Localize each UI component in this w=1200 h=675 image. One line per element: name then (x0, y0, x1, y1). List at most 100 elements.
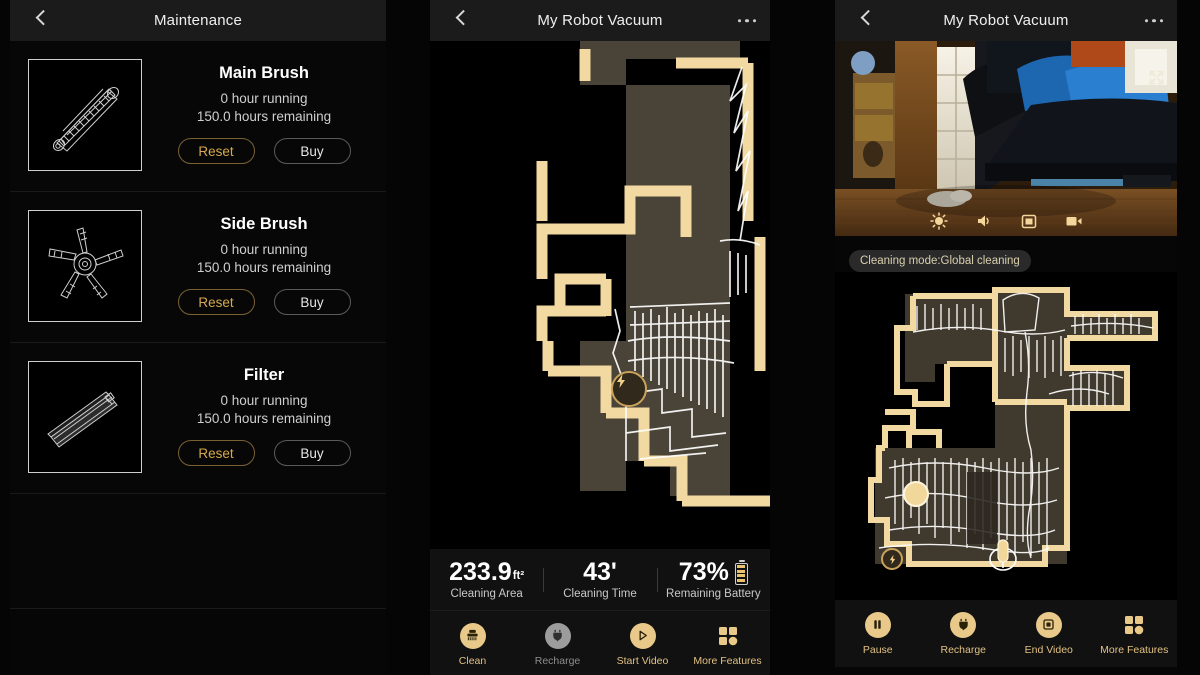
stat-unit: ft² (512, 570, 525, 582)
chevron-left-icon (860, 9, 877, 25)
buy-button[interactable]: Buy (273, 289, 351, 315)
back-button[interactable] (18, 0, 52, 41)
reset-button[interactable]: Reset (177, 289, 255, 315)
item-actions: Reset Buy (177, 440, 351, 466)
tool-label: Recharge (534, 654, 581, 667)
page-title: My Robot Vacuum (537, 12, 663, 29)
video-record-icon[interactable] (1064, 211, 1083, 230)
video-toolbar: Pause Recharge End Video More Features (835, 600, 1177, 667)
maintenance-list: Main Brush 0 hour running 150.0 hours re… (10, 41, 386, 609)
grid-more-icon (1121, 612, 1147, 638)
buy-button[interactable]: Buy (273, 440, 351, 466)
tool-end-video[interactable]: End Video (1006, 611, 1092, 656)
item-running: 0 hour running (220, 393, 308, 408)
robot-marker-icon[interactable] (988, 535, 1018, 576)
chevron-left-icon (455, 9, 472, 25)
reset-button[interactable]: Reset (177, 440, 255, 466)
item-name: Side Brush (220, 215, 308, 233)
stat-label: Cleaning Time (563, 587, 637, 600)
battery-icon (734, 559, 748, 585)
tool-label: More Features (1100, 643, 1169, 656)
item-remaining: 150.0 hours remaining (196, 260, 332, 275)
map-canvas-zoomed[interactable] (430, 41, 770, 549)
maintenance-item-info: Side Brush 0 hour running 150.0 hours re… (142, 215, 386, 317)
tool-recharge[interactable]: Recharge (921, 611, 1007, 656)
play-icon (629, 622, 656, 649)
item-actions: Reset Buy (177, 289, 351, 315)
tool-recharge[interactable]: Recharge (515, 622, 600, 667)
stat-value: 73% (678, 557, 748, 586)
charging-dock-bolt-icon[interactable] (881, 548, 903, 570)
brush-clean-icon (459, 622, 486, 649)
tool-start-video[interactable]: Start Video (600, 622, 685, 667)
stat-number: 233.9 (449, 557, 512, 586)
buy-button[interactable]: Buy (273, 138, 351, 164)
speaker-volume-icon[interactable] (974, 211, 993, 230)
screenshot-capture-icon[interactable] (1019, 211, 1038, 230)
item-name: Filter (243, 366, 285, 384)
stat-number: 73% (678, 557, 729, 586)
tool-label: Recharge (940, 643, 987, 656)
dock-recharge-icon (544, 622, 571, 649)
stat-remaining-battery: 73% Remaining Battery (656, 557, 770, 600)
tool-more-features[interactable]: More Features (1092, 612, 1178, 656)
tool-more-features[interactable]: More Features (685, 623, 770, 667)
live-video-feed[interactable] (835, 41, 1177, 236)
tool-label: Clean (458, 654, 487, 667)
maintenance-panel: Maintenance Main Brush 0 hour running 15… (10, 0, 386, 675)
map-toolbar: Clean Recharge Start Video More Features (430, 611, 770, 675)
back-button[interactable] (438, 0, 472, 41)
maintenance-item-info: Filter 0 hour running 150.0 hours remain… (142, 366, 386, 468)
item-remaining: 150.0 hours remaining (196, 109, 332, 124)
video-appbar: My Robot Vacuum (835, 0, 1177, 41)
video-panel: My Robot Vacuum Cleaning mode:Global cle… (835, 0, 1177, 675)
page-title: Maintenance (153, 12, 243, 29)
map-appbar: My Robot Vacuum (430, 0, 770, 41)
stat-value: 43' (583, 557, 617, 586)
maintenance-item-filter[interactable]: Filter 0 hour running 150.0 hours remain… (10, 343, 386, 494)
main-brush-illustration (28, 59, 142, 171)
grid-more-icon (715, 623, 741, 649)
brightness-icon[interactable] (929, 211, 948, 230)
map-canvas-full[interactable] (835, 272, 1177, 600)
page-title: My Robot Vacuum (943, 12, 1069, 29)
maintenance-appbar: Maintenance (10, 0, 386, 41)
tool-clean[interactable]: Clean (430, 622, 515, 667)
stat-cleaning-area: 233.9 ft² Cleaning Area (430, 557, 543, 600)
map-panel: My Robot Vacuum 233.9 ft² Cleaning Area … (430, 0, 770, 675)
cleaning-mode-badge-wrap: Cleaning mode:Global cleaning (835, 236, 1177, 272)
reset-button[interactable]: Reset (177, 138, 255, 164)
video-controls (929, 211, 1083, 230)
back-button[interactable] (843, 0, 877, 41)
tool-pause[interactable]: Pause (835, 611, 921, 656)
stop-video-icon (1035, 611, 1062, 638)
item-running: 0 hour running (220, 242, 308, 257)
more-horizontal-icon[interactable] (1144, 18, 1163, 23)
stat-number: 43' (583, 557, 617, 586)
item-running: 0 hour running (220, 91, 308, 106)
item-actions: Reset Buy (177, 138, 351, 164)
side-brush-illustration (28, 210, 142, 322)
maintenance-item-side-brush[interactable]: Side Brush 0 hour running 150.0 hours re… (10, 192, 386, 343)
tool-label: Pause (862, 643, 893, 656)
tool-label: More Features (693, 654, 762, 667)
filter-illustration (28, 361, 142, 473)
stat-value: 233.9 ft² (449, 557, 525, 586)
expand-fullscreen-icon[interactable] (1148, 69, 1165, 86)
item-remaining: 150.0 hours remaining (196, 411, 332, 426)
stat-cleaning-time: 43' Cleaning Time (543, 557, 656, 600)
charging-dock-bolt-icon[interactable] (611, 371, 647, 407)
maintenance-item-info: Main Brush 0 hour running 150.0 hours re… (142, 64, 386, 166)
maintenance-item-main-brush[interactable]: Main Brush 0 hour running 150.0 hours re… (10, 41, 386, 192)
dock-recharge-icon (950, 611, 977, 638)
pause-icon (864, 611, 891, 638)
cleaning-stats-bar: 233.9 ft² Cleaning Area 43' Cleaning Tim… (430, 549, 770, 611)
maintenance-empty-card (10, 494, 386, 609)
tool-label: Start Video (616, 654, 669, 667)
screenshot-root: Maintenance Main Brush 0 hour running 15… (0, 0, 1200, 675)
tool-label: End Video (1024, 643, 1073, 656)
more-horizontal-icon[interactable] (737, 18, 756, 23)
robot-position-icon[interactable] (903, 481, 929, 507)
chevron-left-icon (35, 9, 52, 25)
item-name: Main Brush (219, 64, 309, 82)
